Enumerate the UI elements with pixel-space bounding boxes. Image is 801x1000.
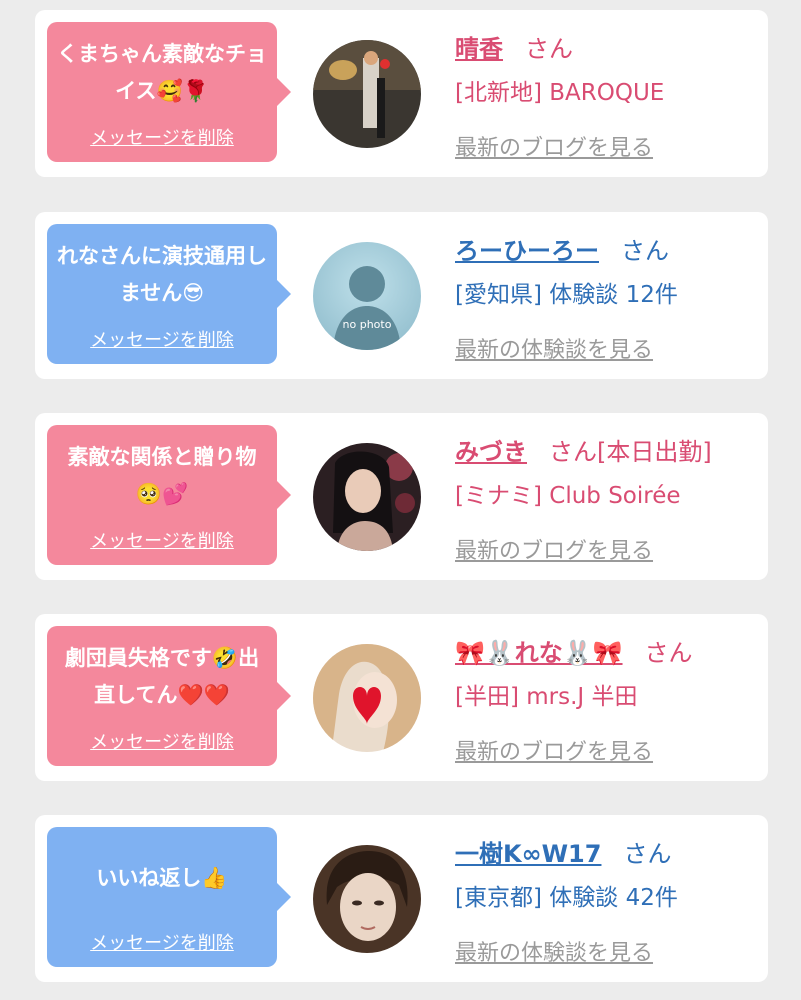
delete-message-link[interactable]: メッセージを削除 [47,728,277,754]
message-list: くまちゃん素敵なチョイス🥰🌹 メッセージを削除 晴香 さん [北新地] BARO… [0,0,801,1000]
avatar[interactable]: no photo [313,242,421,350]
message-bubble: 素敵な関係と贈り物🥺💕 メッセージを削除 [47,425,291,565]
message-bubble: いいね返し👍 メッセージを削除 [47,827,291,967]
message-bubble: 劇団員失格です🤣出直してん❤️❤️ メッセージを削除 [47,626,291,766]
profile-name-link[interactable]: 一樹K∞W17 [455,834,601,869]
profile-info: 一樹K∞W17 さん [東京都] 体験談 42件 最新の体験談を見る [455,829,758,973]
message-bubble: くまちゃん素敵なチョイス🥰🌹 メッセージを削除 [47,22,291,162]
profile-info: ろーひーろー さん [愛知県] 体験談 12件 最新の体験談を見る [455,226,758,370]
message-card: くまちゃん素敵なチョイス🥰🌹 メッセージを削除 晴香 さん [北新地] BARO… [35,10,768,177]
no-photo-placeholder: no photo [313,242,421,350]
profile-info: 🎀🐰れな🐰🎀 さん [半田] mrs.J 半田 最新のブログを見る [455,628,758,772]
profile-name-link[interactable]: ろーひーろー [455,231,599,266]
message-text: れなさんに演技通用しません😎 [57,244,267,305]
profile-detail: [東京都] 体験談 42件 [455,885,678,911]
avatar-photo [313,40,421,148]
profile-name-link[interactable]: 🎀🐰れな🐰🎀 [455,633,623,668]
message-text: 素敵な関係と贈り物🥺💕 [67,445,257,506]
profile-detail: [北新地] BAROQUE [455,80,665,106]
delete-message-link[interactable]: メッセージを削除 [47,929,277,955]
delete-message-link[interactable]: メッセージを削除 [47,124,277,150]
avatar-photo [313,443,421,551]
honorific: さん [623,839,672,868]
profile-detail: [半田] mrs.J 半田 [455,684,638,710]
delete-message-link[interactable]: メッセージを削除 [47,527,277,553]
profile-detail: [ミナミ] Club Soirée [455,483,681,509]
message-card: 劇団員失格です🤣出直してん❤️❤️ メッセージを削除 🎀🐰れな🐰🎀 さん [半田… [35,614,768,781]
avatar-photo [313,845,421,953]
delete-message-link[interactable]: メッセージを削除 [47,326,277,352]
honorific: さん [525,34,573,63]
message-card: 素敵な関係と贈り物🥺💕 メッセージを削除 みづき さん[本日出勤] [ミナミ] … [35,413,768,580]
profile-name-link[interactable]: みづき [455,432,527,467]
profile-info: みづき さん[本日出勤] [ミナミ] Club Soirée 最新のブログを見る [455,427,758,571]
message-text: くまちゃん素敵なチョイス🥰🌹 [57,42,267,103]
avatar[interactable] [313,443,421,551]
profile-name-link[interactable]: 晴香 [455,29,503,64]
message-text: 劇団員失格です🤣出直してん❤️❤️ [64,646,260,707]
honorific: さん [644,638,693,667]
latest-review-link[interactable]: 最新の体験談を見る [455,935,653,967]
avatar-photo [313,644,421,752]
latest-post-link[interactable]: 最新のブログを見る [455,130,653,162]
message-card: れなさんに演技通用しません😎 メッセージを削除 no photo ろーひーろー [35,212,768,379]
avatar[interactable] [313,40,421,148]
profile-detail: [愛知県] 体験談 12件 [455,282,678,308]
honorific: さん [621,236,669,265]
profile-info: 晴香 さん [北新地] BAROQUE 最新のブログを見る [455,24,758,168]
latest-post-link[interactable]: 最新のブログを見る [455,734,653,766]
avatar[interactable] [313,644,421,752]
honorific: さん[本日出勤] [549,437,712,466]
avatar[interactable] [313,845,421,953]
latest-post-link[interactable]: 最新のブログを見る [455,533,653,565]
latest-review-link[interactable]: 最新の体験談を見る [455,332,653,364]
avatar-caption: no photo [343,318,392,331]
message-card: いいね返し👍 メッセージを削除 一樹K∞W17 さん [東京都] 体験談 42件… [35,815,768,982]
message-text: いいね返し👍 [96,865,228,890]
message-bubble: れなさんに演技通用しません😎 メッセージを削除 [47,224,291,364]
